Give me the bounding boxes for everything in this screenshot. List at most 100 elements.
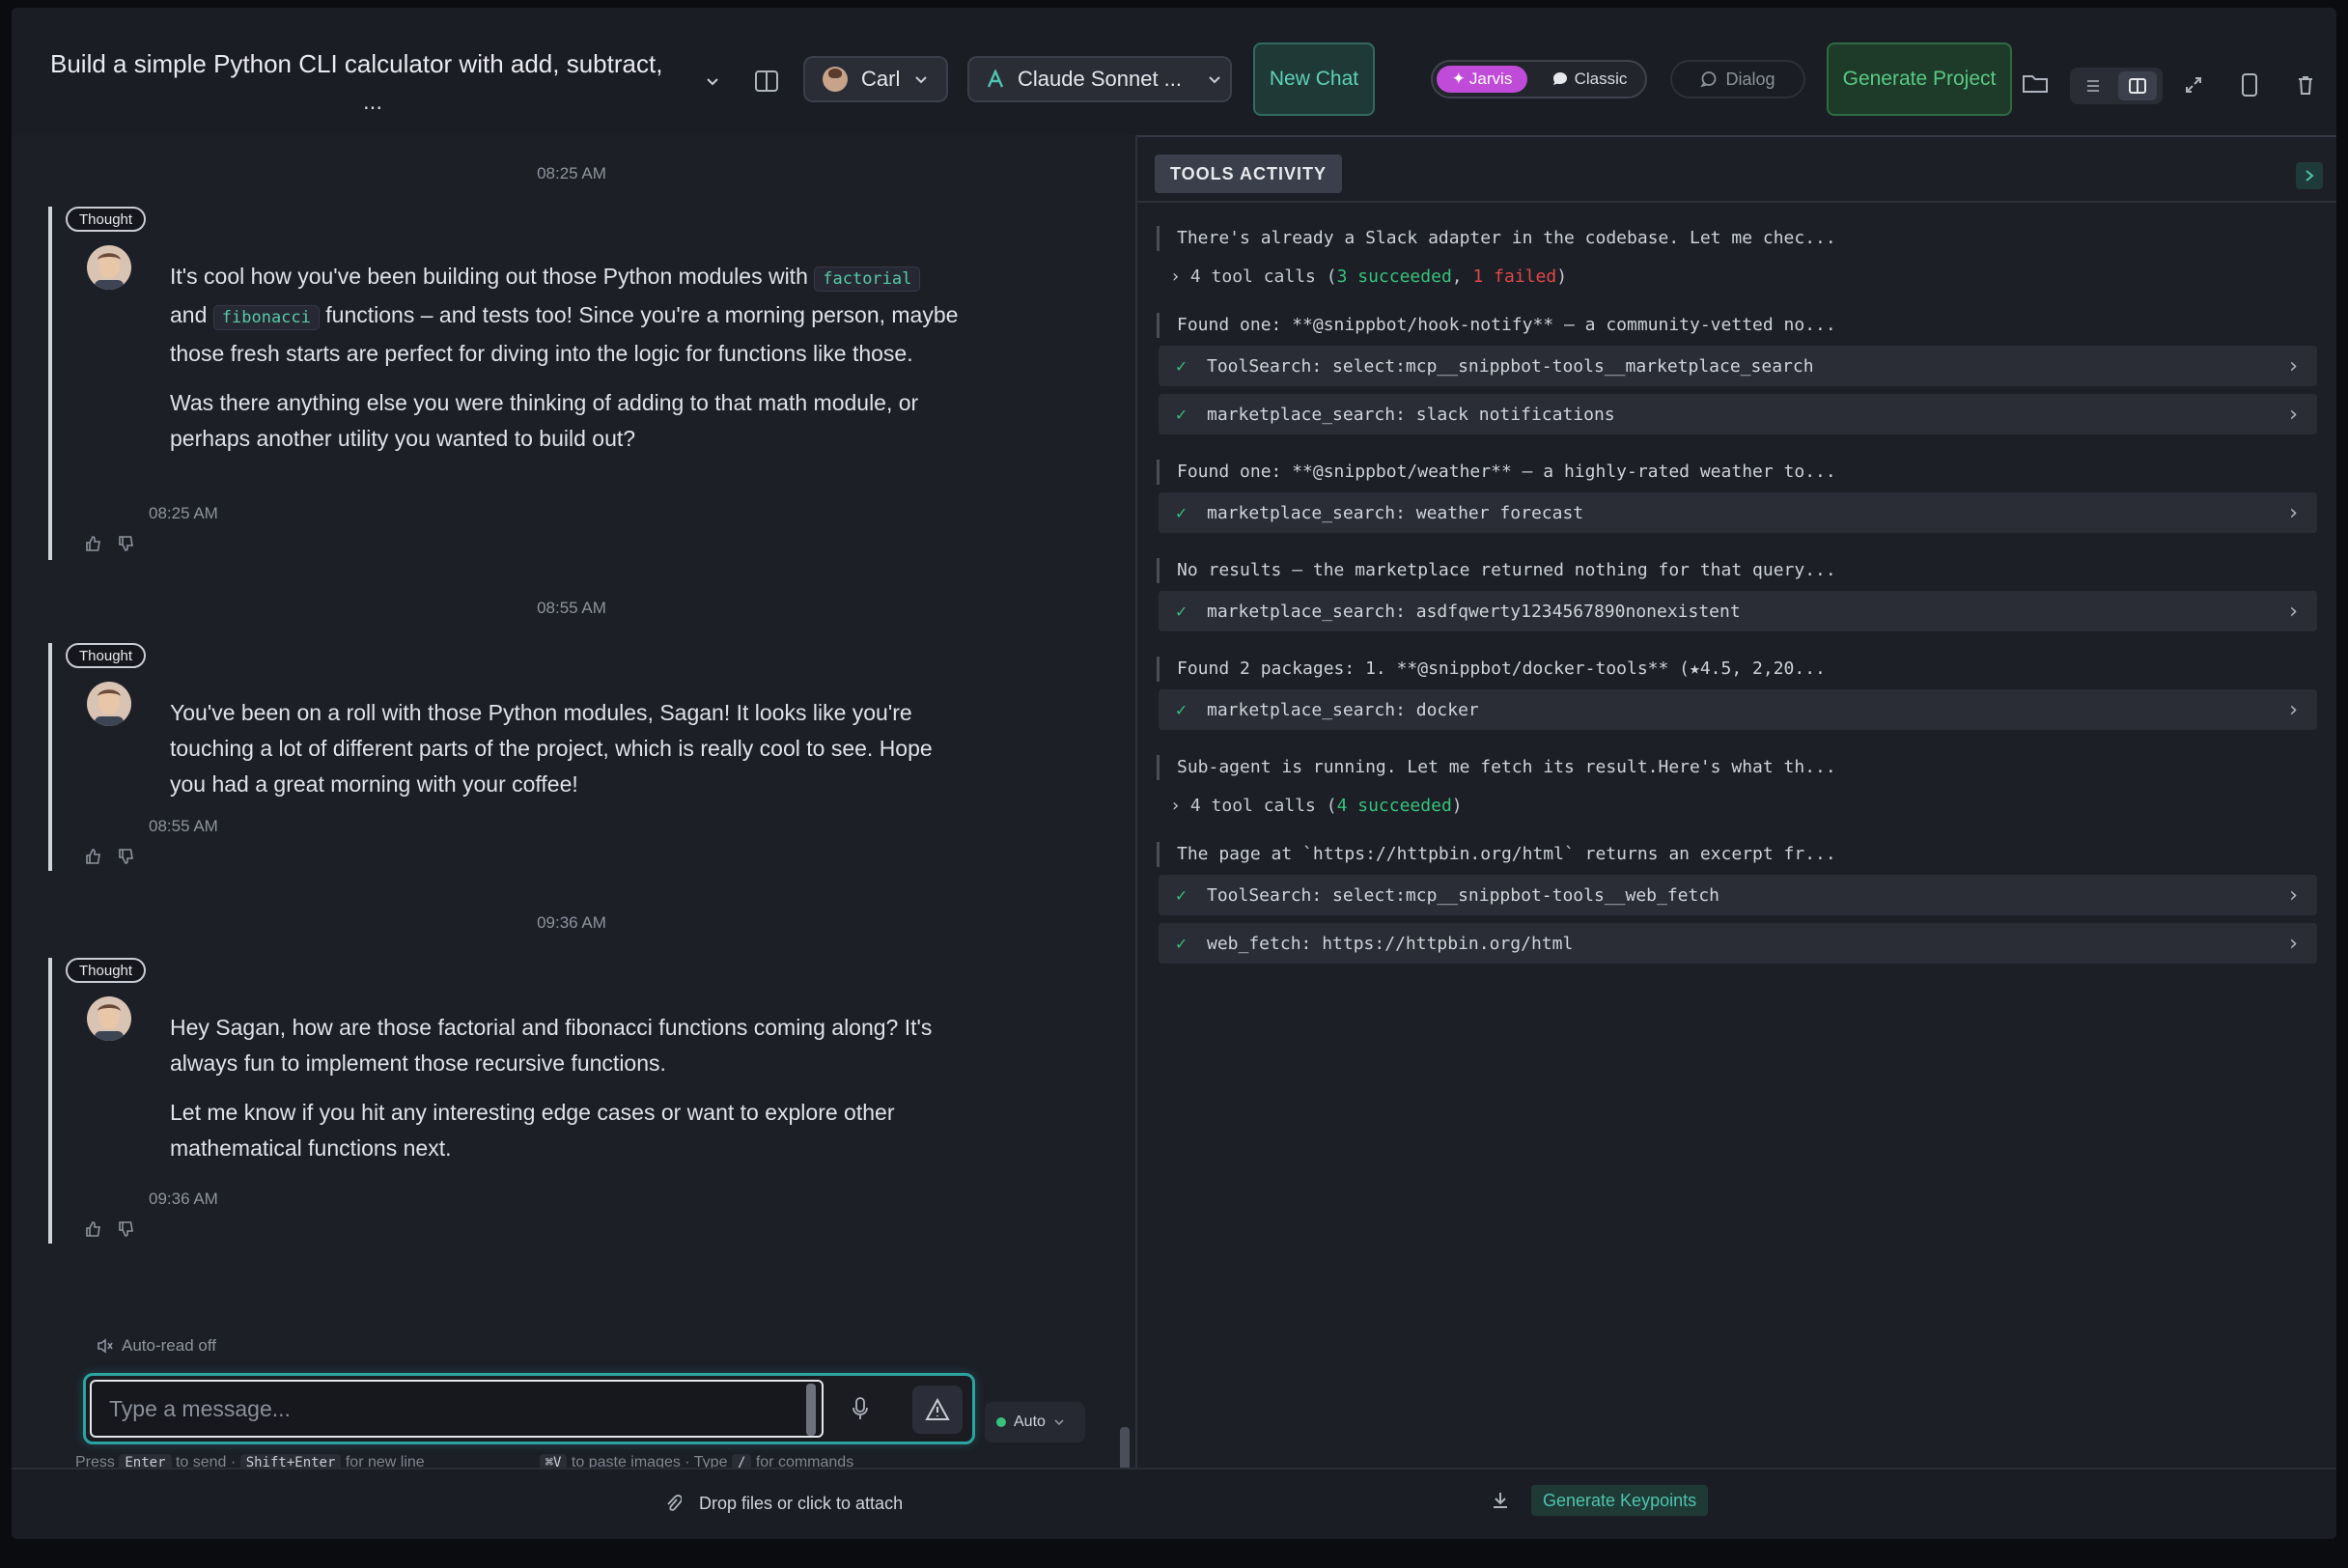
folder-icon[interactable] [2020, 68, 2051, 98]
attach-dropzone[interactable]: Drop files or click to attach [664, 1493, 903, 1514]
sparkle-icon: ✦ [1451, 70, 1466, 88]
check-icon: ✓ [1176, 699, 1187, 720]
expand-icon[interactable] [2180, 71, 2207, 98]
message-text: and [170, 302, 208, 327]
timestamp-divider: 08:25 AM [537, 164, 606, 182]
tool-activity-message: Found 2 packages: 1. **@snippbot/docker-… [1157, 657, 2296, 682]
chevron-down-icon [1207, 71, 1222, 87]
chat-bubble-icon [1700, 70, 1718, 88]
speech-bubble-icon [1551, 70, 1569, 88]
tool-calls-summary[interactable]: › 4 tool calls (4 succeeded) [1170, 796, 1463, 816]
speaker-muted-icon [97, 1338, 114, 1354]
split-view-icon[interactable] [2118, 71, 2157, 100]
tool-activity-message: Found one: **@snippbot/weather** — a hig… [1157, 460, 2296, 485]
message-time: 08:55 AM [149, 817, 218, 835]
chevron-right-icon: › [2286, 931, 2300, 956]
assistant-message: Thought You've been on a roll with those… [48, 643, 994, 871]
thought-badge[interactable]: Thought [66, 643, 147, 668]
chevron-down-icon[interactable] [701, 70, 724, 93]
check-icon: ✓ [1176, 404, 1187, 425]
anthropic-icon [987, 70, 1004, 89]
tools-activity-panel: TOOLS ACTIVITY There's already a Slack a… [1135, 135, 2336, 1468]
window-shadow [0, 1539, 2348, 1568]
tool-call-row[interactable]: ✓ marketplace_search: docker › [1159, 689, 2317, 730]
send-button[interactable] [912, 1386, 963, 1434]
chevron-right-icon: › [2286, 882, 2300, 908]
mode-jarvis-label: Jarvis [1468, 70, 1513, 88]
message-time: 09:36 AM [149, 1190, 218, 1208]
tool-call-row[interactable]: ✓ ToolSearch: select:mcp__snippbot-tools… [1159, 346, 2317, 386]
inline-code: fibonacci [212, 305, 320, 330]
app-window: Build a simple Python CLI calculator wit… [12, 8, 2336, 1539]
thumbs-up-icon[interactable] [85, 535, 102, 557]
timestamp-divider: 08:55 AM [537, 599, 606, 617]
tool-call-label: ToolSearch: select:mcp__snippbot-tools__… [1207, 884, 1720, 906]
chevron-right-icon: › [2286, 402, 2300, 427]
check-icon: ✓ [1176, 884, 1187, 906]
input-scrollbar[interactable] [806, 1384, 816, 1436]
chevron-right-icon[interactable] [2296, 162, 2323, 189]
generate-keypoints-button[interactable]: Generate Keypoints [1531, 1485, 1709, 1516]
chevron-right-icon: › [2286, 697, 2300, 722]
tool-activity-message: No results — the marketplace returned no… [1157, 558, 2296, 583]
tool-call-row[interactable]: ✓ web_fetch: https://httpbin.org/html › [1159, 923, 2317, 964]
sidebar-toggle-icon[interactable] [751, 66, 782, 97]
mode-classic-button[interactable]: Classic [1535, 66, 1643, 93]
tools-activity-tab[interactable]: TOOLS ACTIVITY [1155, 154, 1343, 193]
tool-call-row[interactable]: ✓ marketplace_search: asdfqwerty12345678… [1159, 591, 2317, 631]
chat-pane: 08:25 AM Thought It's cool how you've be… [12, 135, 1132, 1471]
message-composer [83, 1373, 975, 1444]
message-body: You've been on a roll with those Python … [170, 695, 962, 816]
tool-activity-message: The page at `https://httpbin.org/html` r… [1157, 842, 2296, 867]
trash-icon[interactable] [2292, 71, 2319, 98]
status-dot [996, 1417, 1006, 1427]
model-selector[interactable]: Claude Sonnet ... [967, 56, 1232, 102]
tool-call-row[interactable]: ✓ marketplace_search: slack notification… [1159, 394, 2317, 434]
tool-call-label: marketplace_search: docker [1207, 699, 1479, 720]
tool-call-label: marketplace_search: asdfqwerty1234567890… [1207, 601, 1741, 622]
thought-badge[interactable]: Thought [66, 207, 147, 232]
check-icon: ✓ [1176, 502, 1187, 523]
bottom-bar: Drop files or click to attach Generate K… [12, 1468, 2336, 1539]
message-input[interactable] [90, 1380, 824, 1438]
thumbs-down-icon[interactable] [118, 535, 135, 557]
check-icon: ✓ [1176, 933, 1187, 954]
chat-title-ellipsis: ... [363, 89, 383, 115]
top-bar: Build a simple Python CLI calculator wit… [12, 8, 2336, 135]
user-selector[interactable]: Carl [803, 56, 948, 102]
mode-jarvis-button[interactable]: ✦ Jarvis [1437, 66, 1527, 93]
tool-call-label: marketplace_search: weather forecast [1207, 502, 1584, 523]
paperclip-icon [664, 1493, 682, 1514]
thumbs-down-icon[interactable] [118, 848, 135, 870]
mobile-view-icon[interactable] [2236, 70, 2263, 100]
list-view-icon[interactable] [2074, 71, 2112, 100]
tool-calls-summary[interactable]: › 4 tool calls (3 succeeded, 1 failed) [1170, 266, 1567, 287]
microphone-icon[interactable] [839, 1387, 881, 1430]
thumbs-up-icon[interactable] [85, 848, 102, 870]
tool-call-row[interactable]: ✓ marketplace_search: weather forecast › [1159, 492, 2317, 533]
tool-call-row[interactable]: ✓ ToolSearch: select:mcp__snippbot-tools… [1159, 875, 2317, 915]
tool-call-label: web_fetch: https://httpbin.org/html [1207, 933, 1574, 954]
chat-scrollbar[interactable] [1120, 1427, 1130, 1471]
chevron-right-icon: › [2286, 500, 2300, 525]
assistant-message: Thought Hey Sagan, how are those factori… [48, 958, 994, 1244]
new-chat-button[interactable]: New Chat [1253, 42, 1375, 116]
auto-read-toggle[interactable]: Auto-read off [97, 1336, 216, 1356]
generate-project-button[interactable]: Generate Project [1827, 42, 2012, 116]
auto-mode-label: Auto [1014, 1414, 1046, 1430]
thought-badge[interactable]: Thought [66, 958, 147, 983]
message-paragraph: Was there anything else you were thinkin… [170, 390, 919, 451]
chat-title[interactable]: Build a simple Python CLI calculator wit… [50, 44, 716, 83]
avatar [87, 682, 131, 726]
download-icon[interactable] [1491, 1491, 1510, 1515]
tool-call-label: ToolSearch: select:mcp__snippbot-tools__… [1207, 355, 1814, 377]
auto-mode-selector[interactable]: Auto [985, 1402, 1085, 1442]
check-icon: ✓ [1176, 601, 1187, 622]
message-paragraph: You've been on a roll with those Python … [170, 700, 933, 797]
attach-label: Drop files or click to attach [699, 1493, 904, 1513]
chevron-right-icon: › [1170, 796, 1181, 816]
reaction-bar [85, 848, 135, 870]
dialog-button[interactable]: Dialog [1670, 60, 1805, 98]
thumbs-down-icon[interactable] [118, 1220, 135, 1243]
thumbs-up-icon[interactable] [85, 1220, 102, 1243]
